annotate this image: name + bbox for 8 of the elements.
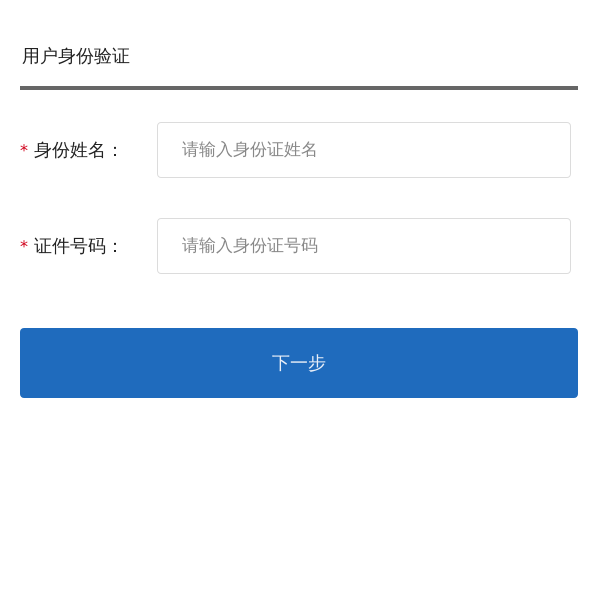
field-label: 身份姓名： [34, 139, 124, 162]
next-button[interactable]: 下一步 [20, 328, 578, 398]
input-field[interactable]: 请输入身份证姓名 [157, 122, 571, 178]
input-field[interactable]: 请输入身份证号码 [157, 218, 571, 274]
field-label: 证件号码： [34, 235, 124, 258]
required-marker: * [20, 236, 28, 256]
page-title: 用户身份验证 [20, 44, 578, 90]
required-marker: * [20, 140, 28, 160]
